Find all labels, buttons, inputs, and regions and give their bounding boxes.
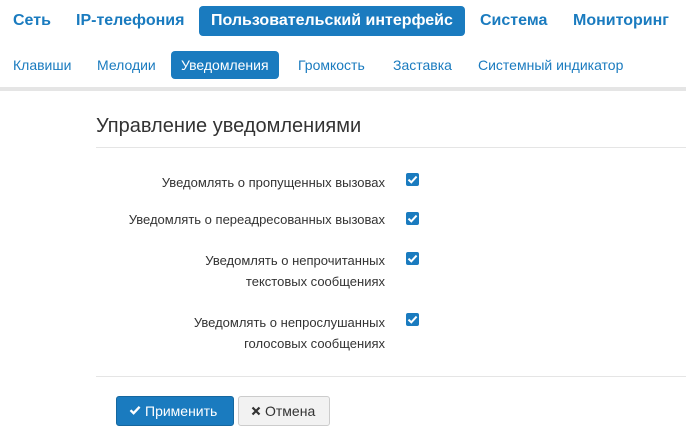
- section-divider: [96, 147, 686, 148]
- apply-button-label: Применить: [145, 403, 218, 419]
- form-divider: [96, 376, 686, 377]
- option-checkbox-unheard-voicemail[interactable]: [406, 313, 419, 326]
- sub-tab-notifications[interactable]: Уведомления: [171, 51, 279, 79]
- sub-tab-melodies[interactable]: Мелодии: [87, 51, 166, 79]
- top-tab-ip-telephony[interactable]: IP-телефония: [64, 6, 196, 36]
- check-icon: [407, 214, 418, 223]
- top-tab-system[interactable]: Система: [468, 6, 559, 36]
- option-checkbox-missed-calls[interactable]: [406, 173, 419, 186]
- nav-divider: [0, 87, 686, 91]
- sub-tab-screensaver[interactable]: Заставка: [383, 51, 462, 79]
- option-label-forwarded-calls: Уведомлять о переадресованных вызовах: [128, 212, 385, 227]
- top-tab-monitoring[interactable]: Мониторинг: [561, 6, 681, 36]
- option-checkbox-unread-messages[interactable]: [406, 252, 419, 265]
- option-label-missed-calls: Уведомлять о пропущенных вызовах: [161, 175, 385, 190]
- check-icon: [407, 175, 418, 184]
- cancel-button[interactable]: Отмена: [238, 396, 330, 426]
- sub-tab-volume[interactable]: Громкость: [288, 51, 375, 79]
- option-label-unread-messages: Уведомлять о непрочитанных текстовых соо…: [205, 253, 385, 289]
- option-label-unheard-voicemail: Уведомлять о непрослушанных голосовых со…: [193, 315, 385, 351]
- sub-navigation: Клавиши Мелодии Уведомления Громкость За…: [0, 44, 686, 86]
- sub-tab-keys[interactable]: Клавиши: [3, 51, 81, 79]
- top-tab-user-interface[interactable]: Пользовательский интерфейс: [199, 6, 465, 36]
- apply-button[interactable]: Применить: [116, 396, 234, 426]
- close-icon: [251, 397, 261, 425]
- check-icon: [129, 397, 141, 425]
- option-checkbox-forwarded-calls[interactable]: [406, 212, 419, 225]
- sub-tab-system-indicator[interactable]: Системный индикатор: [468, 51, 633, 79]
- top-tab-network[interactable]: Сеть: [1, 6, 63, 36]
- top-navigation: Сеть IP-телефония Пользовательский интер…: [0, 0, 686, 44]
- cancel-button-label: Отмена: [265, 403, 316, 419]
- check-icon: [407, 315, 418, 324]
- check-icon: [407, 254, 418, 263]
- section-title: Управление уведомлениями: [96, 115, 362, 137]
